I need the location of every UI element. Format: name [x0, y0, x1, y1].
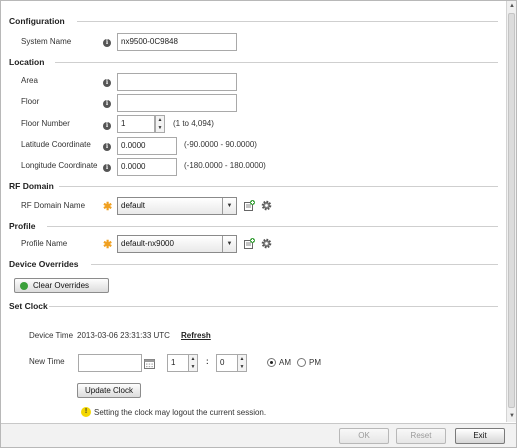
stepper-down-icon[interactable]: ▼: [156, 124, 164, 132]
warning-icon: !: [81, 407, 91, 417]
scroll-thumb[interactable]: [508, 13, 515, 408]
refresh-link[interactable]: Refresh: [181, 331, 211, 340]
chevron-down-icon[interactable]: ▼: [222, 236, 236, 252]
hour-stepper[interactable]: ▲ ▼: [188, 354, 198, 372]
section-divider: [77, 21, 498, 22]
area-label: Area: [21, 76, 38, 85]
device-configuration-panel: Configuration System Name i nx9500-0C984…: [1, 1, 506, 422]
stepper-up-icon[interactable]: ▲: [238, 355, 246, 363]
latitude-label: Latitude Coordinate: [21, 140, 91, 149]
profile-selected-value: default-nx9000: [121, 239, 174, 248]
minute-stepper[interactable]: ▲ ▼: [237, 354, 247, 372]
section-divider: [49, 306, 498, 307]
clock-warning-text: Setting the clock may logout the current…: [94, 408, 267, 417]
section-configuration-heading: Configuration: [9, 16, 65, 26]
info-icon: i: [103, 164, 111, 172]
section-set-clock-heading: Set Clock: [9, 301, 48, 311]
date-input[interactable]: [78, 354, 142, 372]
required-star-icon: ✱: [103, 239, 113, 251]
rf-domain-selected-value: default: [121, 201, 146, 210]
section-profile-heading: Profile: [9, 221, 36, 231]
section-divider: [91, 264, 498, 265]
update-clock-button[interactable]: Update Clock: [77, 383, 141, 398]
time-separator: :: [206, 357, 209, 366]
info-icon: i: [103, 39, 111, 47]
hour-input[interactable]: 1: [167, 354, 189, 372]
longitude-input[interactable]: 0.0000: [117, 158, 177, 176]
section-divider: [59, 186, 498, 187]
floor-label: Floor: [21, 97, 40, 106]
am-label: AM: [279, 358, 291, 367]
rf-domain-name-label: RF Domain Name: [21, 201, 86, 210]
info-icon: i: [103, 122, 111, 130]
dialog-footer: OK Reset Exit: [1, 423, 516, 447]
minute-input[interactable]: 0: [216, 354, 238, 372]
required-star-icon: ✱: [103, 201, 113, 213]
exit-button[interactable]: Exit: [455, 428, 505, 444]
section-divider: [55, 62, 498, 63]
rf-domain-select[interactable]: default ▼: [117, 197, 237, 215]
floor-input[interactable]: [117, 94, 237, 112]
scroll-up-icon[interactable]: ▲: [508, 2, 516, 10]
system-name-label: System Name: [21, 37, 72, 46]
info-icon: i: [103, 100, 111, 108]
latitude-range: (-90.0000 - 90.0000): [184, 140, 257, 149]
clear-overrides-button[interactable]: Clear Overrides: [14, 278, 109, 293]
new-time-label: New Time: [29, 357, 65, 366]
section-rf-domain-heading: RF Domain: [9, 181, 54, 191]
floor-number-range: (1 to 4,094): [173, 119, 214, 128]
am-radio[interactable]: [267, 358, 276, 367]
device-time-label: Device Time: [29, 331, 74, 340]
section-device-overrides-heading: Device Overrides: [9, 259, 79, 269]
scroll-down-icon[interactable]: ▼: [508, 412, 516, 420]
chevron-down-icon[interactable]: ▼: [222, 198, 236, 214]
calendar-icon[interactable]: [144, 358, 155, 369]
profile-name-label: Profile Name: [21, 239, 68, 248]
new-item-icon[interactable]: [244, 200, 255, 211]
latitude-input[interactable]: 0.0000: [117, 137, 177, 155]
floor-number-label: Floor Number: [21, 119, 70, 128]
system-name-input[interactable]: nx9500-0C9848: [117, 33, 237, 51]
pm-label: PM: [309, 358, 321, 367]
ok-button[interactable]: OK: [339, 428, 389, 444]
new-item-icon[interactable]: [244, 238, 255, 249]
gear-icon[interactable]: [261, 238, 272, 249]
clear-icon: [20, 282, 28, 290]
stepper-up-icon[interactable]: ▲: [156, 116, 164, 124]
info-icon: i: [103, 79, 111, 87]
stepper-down-icon[interactable]: ▼: [189, 363, 197, 371]
profile-select[interactable]: default-nx9000 ▼: [117, 235, 237, 253]
section-location-heading: Location: [9, 57, 45, 67]
clear-overrides-label: Clear Overrides: [33, 281, 90, 290]
section-divider: [47, 226, 498, 227]
stepper-up-icon[interactable]: ▲: [189, 355, 197, 363]
floor-number-input[interactable]: 1: [117, 115, 155, 133]
device-time-value: 2013-03-06 23:31:33 UTC: [77, 331, 170, 340]
floor-number-stepper[interactable]: ▲ ▼: [155, 115, 165, 133]
gear-icon[interactable]: [261, 200, 272, 211]
longitude-range: (-180.0000 - 180.0000): [184, 161, 266, 170]
area-input[interactable]: [117, 73, 237, 91]
vertical-scrollbar[interactable]: ▲ ▼: [506, 1, 516, 422]
pm-radio[interactable]: [297, 358, 306, 367]
info-icon: i: [103, 143, 111, 151]
longitude-label: Longitude Coordinate: [21, 161, 98, 170]
stepper-down-icon[interactable]: ▼: [238, 363, 246, 371]
reset-button[interactable]: Reset: [396, 428, 446, 444]
